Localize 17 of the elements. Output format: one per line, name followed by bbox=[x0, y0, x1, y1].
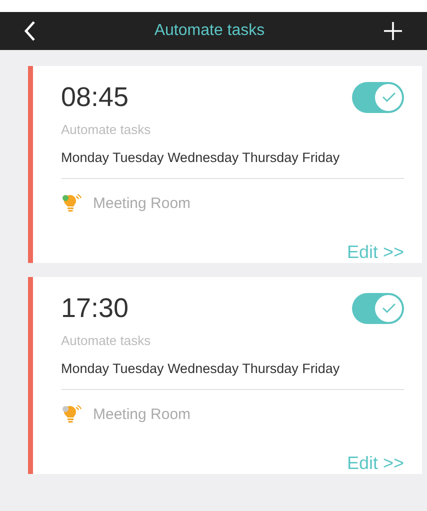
task-days: Monday Tuesday Wednesday Thursday Friday bbox=[61, 358, 404, 379]
edit-link[interactable]: Edit >> bbox=[346, 239, 404, 266]
page-title: Automate tasks bbox=[154, 21, 265, 41]
task-time: 08:45 bbox=[61, 81, 129, 114]
back-icon[interactable] bbox=[24, 20, 36, 42]
task-days: Monday Tuesday Wednesday Thursday Friday bbox=[61, 148, 404, 168]
toggle-switch[interactable] bbox=[352, 292, 404, 324]
add-icon[interactable] bbox=[383, 21, 403, 41]
task-label: Automate tasks bbox=[61, 332, 152, 350]
task-label: Automate tasks bbox=[61, 121, 152, 139]
device-name: Meeting Room bbox=[93, 194, 191, 214]
toggle-switch[interactable] bbox=[352, 82, 404, 112]
check-icon bbox=[382, 92, 396, 102]
edit-link[interactable]: Edit >> bbox=[346, 450, 404, 478]
check-icon bbox=[382, 303, 396, 313]
task-time: 17:30 bbox=[61, 292, 129, 325]
device-name: Meeting Room bbox=[93, 404, 191, 425]
